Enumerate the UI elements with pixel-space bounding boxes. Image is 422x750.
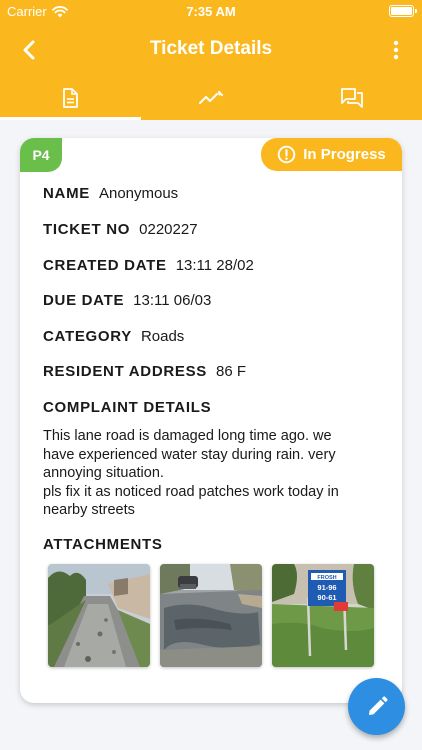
field-label: TICKET NO [43,221,131,238]
field-name: NAME Anonymous [43,185,178,202]
field-label: CREATED DATE [43,257,167,274]
page-title: Ticket Details [149,38,273,59]
priority-badge: P4 [20,138,62,172]
tab-activity[interactable] [141,76,281,120]
field-value: Anonymous [98,185,179,202]
field-value: Roads [140,328,185,345]
field-value: 13:11 06/03 [133,292,212,309]
tab-comments[interactable] [282,76,422,120]
tab-details[interactable] [0,76,140,120]
attachments-heading: ATTACHMENTS [43,536,163,553]
status-bar: Carrier 7:35 AM [0,0,422,24]
field-value: 86 F [216,363,247,380]
field-value: 0220227 [139,221,198,238]
complaint-line: pls fix it as noticed road patches work … [43,483,339,500]
field-label: DUE DATE [43,292,125,309]
app-bar: Ticket Details [0,24,422,76]
status-label: In Progress [303,146,386,163]
field-label: RESIDENT ADDRESS [43,363,207,380]
tab-bar [0,76,422,120]
battery-icon [389,5,417,17]
complaint-line: have experienced water stay during rain.… [43,446,336,463]
complaint-line: This lane road is damaged long time ago.… [43,428,332,444]
field-due-date: DUE DATE 13:11 06/03 [43,292,211,309]
ticket-card: P4 In Progress NAME Anonymous TICKET NO 02… [20,138,402,703]
complaint-details-heading: COMPLAINT DETAILS [43,399,212,416]
more-vertical-icon [393,40,399,60]
active-tab-indicator [0,117,141,120]
complaint-text: This lane road is damaged long time ago.… [43,427,383,520]
trend-line-icon [199,91,223,104]
more-options-button[interactable] [384,38,408,62]
field-label: NAME [43,185,90,202]
sign-text: 90-61 [317,593,336,602]
field-value: 13:11 28/02 [175,257,254,274]
field-created-date: CREATED DATE 13:11 28/02 [43,257,254,274]
field-label: CATEGORY [43,328,132,345]
field-category: CATEGORY Roads [43,328,184,345]
attachment-photo-2[interactable] [160,564,262,667]
status-time: 7:35 AM [186,4,236,19]
sign-text: 91-96 [317,583,336,592]
chat-icon [341,88,363,108]
pencil-icon [368,695,388,715]
sign-text: FROSH [317,575,336,581]
attachment-photo-3[interactable]: FROSH 91-96 90-61 [272,564,374,667]
alert-circle-icon [277,145,296,164]
status-badge[interactable]: In Progress [261,138,402,171]
edit-ticket-button[interactable] [348,678,405,735]
document-icon [63,88,78,108]
complaint-line: annoying situation. [43,465,164,481]
attachment-photo-1[interactable] [48,564,150,667]
complaint-line: nearby streets [43,502,135,518]
field-ticket-no: TICKET NO 0220227 [43,221,198,238]
field-resident-address: RESIDENT ADDRESS 86 F [43,363,246,380]
